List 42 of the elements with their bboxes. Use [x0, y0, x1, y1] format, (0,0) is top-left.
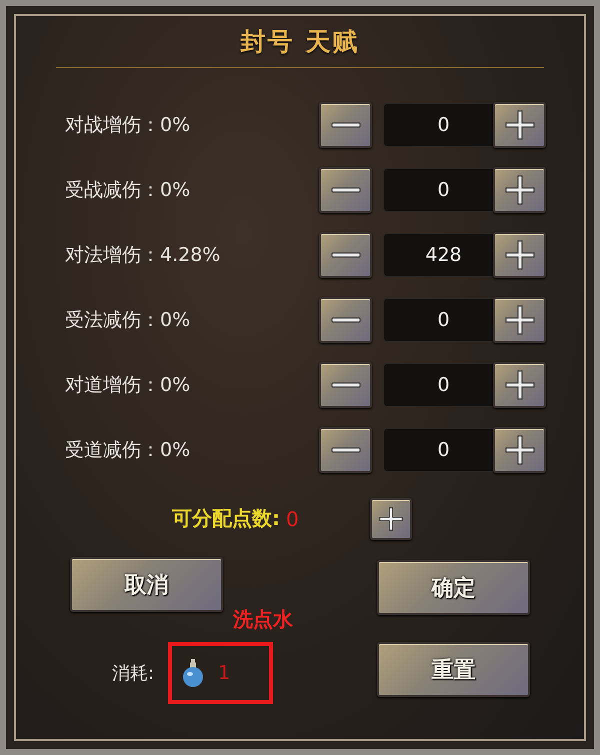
stat-label: 受道减伤：0%: [65, 438, 192, 463]
cost-label: 消耗:: [112, 662, 156, 685]
decrease-button[interactable]: [319, 102, 372, 148]
decrease-button[interactable]: [319, 232, 372, 278]
stat-label: 受法减伤：0%: [65, 308, 192, 333]
decrease-button[interactable]: [319, 362, 372, 408]
confirm-button[interactable]: 确定: [377, 560, 530, 615]
increase-button[interactable]: [493, 427, 546, 473]
increase-button[interactable]: [493, 232, 546, 278]
stat-label: 对法增伤：4.28%: [65, 243, 222, 268]
increase-button[interactable]: [493, 362, 546, 408]
increase-button[interactable]: [493, 102, 546, 148]
dialog-title: 封号 天赋: [240, 26, 360, 58]
plus-icon: [504, 370, 534, 400]
minus-icon: [330, 251, 360, 259]
minus-icon: [330, 446, 360, 454]
plus-icon: [504, 305, 534, 335]
plus-icon: [504, 110, 534, 140]
plus-icon: [504, 435, 534, 465]
points-value: 0: [286, 506, 300, 530]
annotation-label: 洗点水: [233, 606, 293, 633]
plus-icon: [504, 240, 534, 270]
decrease-button[interactable]: [319, 167, 372, 213]
stat-label: 受战减伤：0%: [65, 178, 192, 203]
stat-label: 对道增伤：0%: [65, 373, 192, 398]
points-label: 可分配点数:: [172, 505, 280, 532]
minus-icon: [330, 316, 360, 324]
add-points-button[interactable]: [370, 498, 412, 540]
increase-button[interactable]: [493, 297, 546, 343]
cost-value: 1: [218, 662, 230, 684]
minus-icon: [330, 381, 360, 389]
potion-icon: [182, 658, 204, 688]
plus-icon: [504, 175, 534, 205]
stat-label: 对战增伤：0%: [65, 113, 192, 138]
minus-icon: [330, 186, 360, 194]
increase-button[interactable]: [493, 167, 546, 213]
minus-icon: [330, 121, 360, 129]
cancel-button[interactable]: 取消: [70, 557, 223, 612]
reset-button[interactable]: 重置: [377, 642, 530, 697]
decrease-button[interactable]: [319, 427, 372, 473]
plus-icon: [379, 506, 403, 530]
decrease-button[interactable]: [319, 297, 372, 343]
